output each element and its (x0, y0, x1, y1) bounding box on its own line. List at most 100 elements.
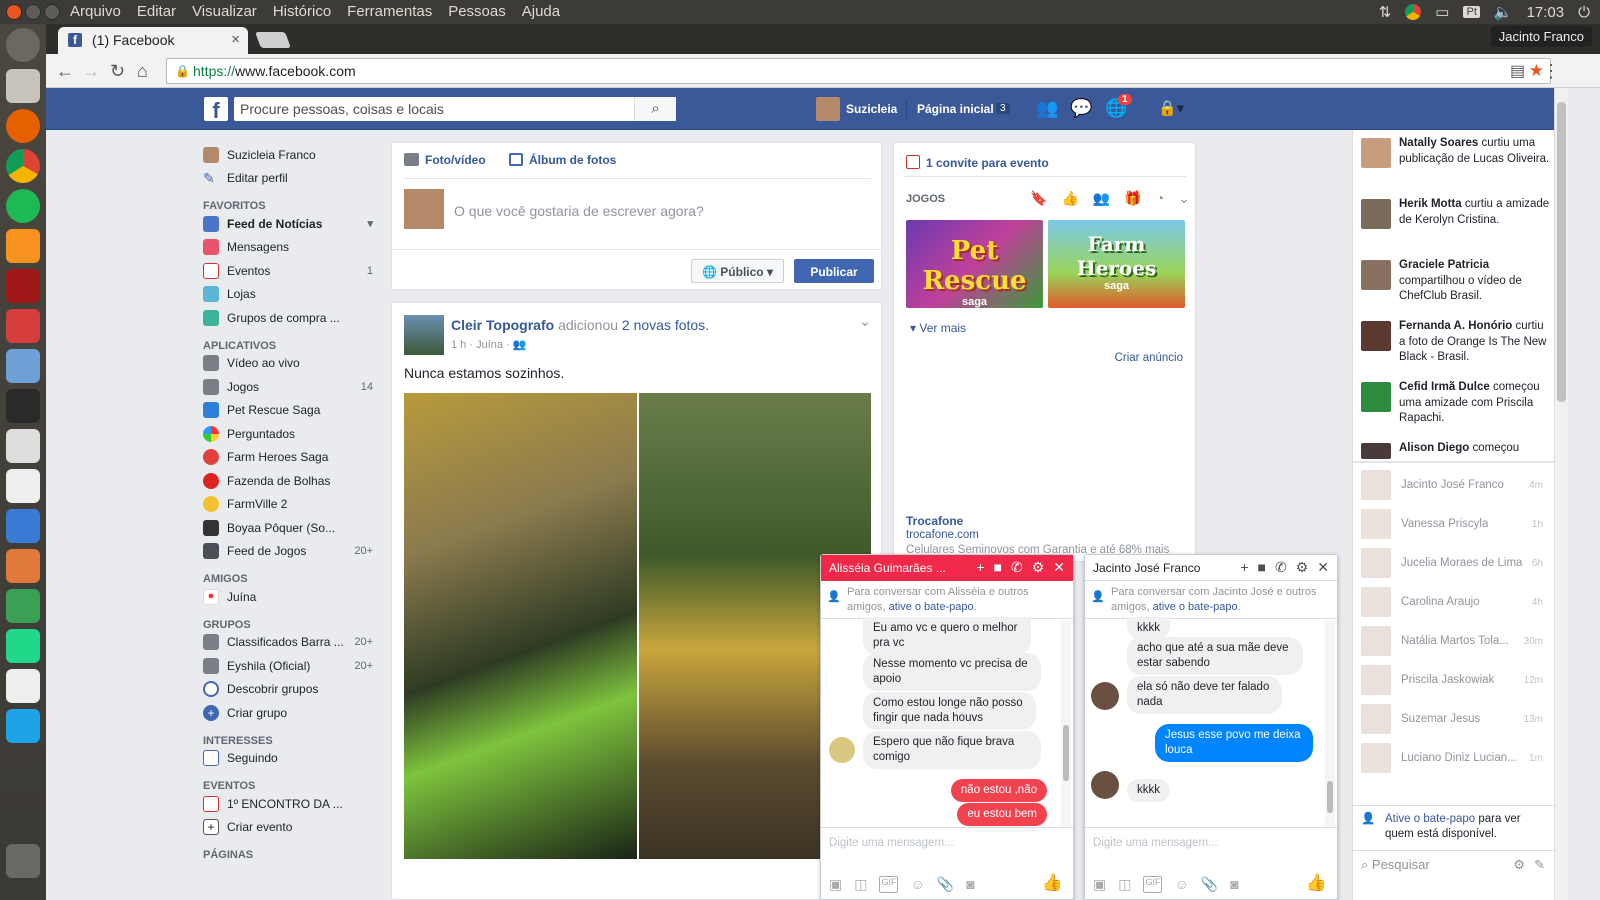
menu-ferramentas[interactable]: Ferramentas (347, 3, 432, 20)
menu-arquivo[interactable]: Arquivo (70, 3, 121, 20)
nav-profile[interactable]: Suzicleia Franco (203, 143, 378, 167)
like-thumb-icon[interactable]: 👍 (1306, 873, 1327, 893)
tab-facebook[interactable]: f (1) Facebook × (58, 27, 248, 54)
close-icon[interactable]: ✕ (1317, 559, 1329, 576)
ad-title[interactable]: Trocafone (906, 514, 963, 528)
post-author[interactable]: Cleir Topografo (451, 317, 554, 333)
phone-icon[interactable]: ✆ (1275, 559, 1287, 576)
publish-button[interactable]: Publicar (794, 259, 874, 283)
chat-friend[interactable]: Jucelia Moraes de Lima 6h (1361, 547, 1549, 579)
window-close-button[interactable] (6, 4, 22, 20)
ticker-item[interactable]: Cefid Irmã Dulce começou uma amizade com… (1361, 380, 1551, 427)
ticker-item[interactable]: Graciele Patricia compartilhou o vídeo d… (1361, 258, 1551, 305)
chevron-down-icon[interactable]: ⌄ (1178, 190, 1190, 207)
search-icon[interactable]: ⌕ (634, 97, 676, 121)
gif-icon[interactable]: GIF (879, 876, 899, 893)
window-icon[interactable] (6, 709, 40, 743)
recorder-icon[interactable] (6, 669, 40, 703)
trash-icon[interactable] (6, 844, 40, 878)
nav-juina[interactable]: ● Juína (203, 585, 378, 609)
clock[interactable]: 17:03 (1527, 4, 1565, 21)
see-more-link[interactable]: ▾ Ver mais (910, 321, 966, 335)
add-people-icon[interactable]: + (976, 559, 984, 576)
nav-group-eyshila[interactable]: Eyshila (Oficial) 20+ (203, 654, 378, 678)
composer-input[interactable]: O que você gostaria de escrever agora? (454, 203, 704, 219)
nav-edit-profile[interactable]: ✎ Editar perfil (203, 167, 378, 191)
nav-create-event[interactable]: + Criar evento (203, 816, 378, 840)
privacy-shortcuts-icon[interactable]: 🔒▾ (1158, 99, 1184, 117)
chat1-scrollbar[interactable] (1061, 621, 1071, 827)
chat1-scrollbar-thumb[interactable] (1063, 725, 1069, 781)
friend-requests-icon[interactable]: 👥 (1036, 98, 1058, 119)
chat2-title[interactable]: Jacinto José Franco (1093, 561, 1200, 575)
nav-event-encontro[interactable]: 1º ENCONTRO DA ... (203, 792, 378, 816)
sticker-icon[interactable]: ◫ (854, 876, 867, 893)
thumbs-up-icon[interactable]: 👍 (1061, 190, 1078, 207)
gif-icon[interactable]: GIF (1143, 876, 1163, 893)
post-options-icon[interactable]: ⌄ (859, 313, 871, 330)
forward-icon[interactable]: → (82, 61, 100, 82)
impress-icon[interactable] (6, 549, 40, 583)
game-farm-heroes[interactable]: Farm Heroes saga (1048, 220, 1185, 308)
nav-farmville[interactable]: FarmVille 2 (203, 493, 378, 517)
video-call-icon[interactable]: ■ (994, 559, 1002, 576)
nav-games[interactable]: Jogos 14 (203, 375, 378, 399)
chat-friend[interactable]: Jacinto José Franco 4m (1361, 469, 1549, 501)
chat-friend[interactable]: Suzemar Jesus 13m (1361, 703, 1549, 735)
page-scrollbar-thumb[interactable] (1557, 102, 1566, 402)
power-icon[interactable]: ⏻ (1578, 4, 1590, 21)
menu-pessoas[interactable]: Pessoas (448, 3, 506, 20)
pycharm-icon[interactable] (6, 629, 40, 663)
facebook-logo-icon[interactable]: f (204, 97, 228, 123)
close-icon[interactable]: ✕ (1053, 559, 1065, 576)
like-thumb-icon[interactable]: 👍 (1042, 873, 1063, 893)
calc-icon[interactable] (6, 589, 40, 623)
clock-icon[interactable]: ◔ (1156, 190, 1164, 207)
volume-icon[interactable]: 🔈 (1494, 3, 1513, 21)
writer-icon[interactable] (6, 509, 40, 543)
chat2-input[interactable]: Digite uma mensagem... (1093, 837, 1218, 849)
phone-icon[interactable]: ✆ (1011, 559, 1023, 576)
attach-icon[interactable]: 📎 (1201, 876, 1218, 893)
screen-icon[interactable]: ▭ (1435, 3, 1449, 21)
nav-pet-rescue[interactable]: Pet Rescue Saga (203, 399, 378, 423)
window-minimize-button[interactable] (25, 4, 41, 20)
nav-news-feed[interactable]: Feed de Notícias ▾ (203, 212, 378, 236)
chat1-title[interactable]: Alisséia Guimarães ... (829, 561, 946, 575)
chat-friend[interactable]: Luciano Diniz Lucian... 1m (1361, 742, 1549, 774)
address-bar[interactable]: 🔒 https://www.facebook.com ★ (166, 58, 1551, 84)
game-pet-rescue[interactable]: Pet Rescue saga (906, 220, 1043, 308)
photo-icon[interactable]: ▣ (829, 876, 842, 893)
tab-close-icon[interactable]: × (231, 31, 240, 48)
game-icon[interactable] (6, 269, 40, 303)
profile-avatar[interactable] (816, 97, 840, 121)
menu-editar[interactable]: Editar (137, 3, 176, 20)
ad-url[interactable]: trocafone.com (906, 529, 979, 541)
home-link[interactable]: Página inicial (917, 102, 994, 116)
bookmark-icon[interactable]: 🔖 (1030, 190, 1047, 207)
nav-following[interactable]: Seguindo (203, 747, 378, 771)
ticker-item[interactable]: Herik Motta curtiu a amizade de Kerolyn … (1361, 197, 1551, 229)
emoji-icon[interactable]: ☺ (910, 876, 924, 893)
nav-discover-groups[interactable]: Descobrir grupos (203, 678, 378, 702)
dropbox-icon[interactable]: ⇅ (1379, 3, 1392, 21)
nav-farm-heroes[interactable]: Farm Heroes Saga (203, 446, 378, 470)
camera-icon[interactable]: ◙ (966, 876, 974, 893)
new-message-icon[interactable]: ✎ (1534, 857, 1545, 873)
reload-icon[interactable]: ↻ (110, 61, 125, 82)
nav-messages[interactable]: Mensagens (203, 236, 378, 260)
back-icon[interactable]: ← (56, 61, 74, 82)
chrome-menu-icon[interactable]: ⋮ (1542, 61, 1560, 82)
post-target-link[interactable]: 2 novas fotos. (622, 317, 709, 333)
event-invite-link[interactable]: 1 convite para evento (926, 156, 1049, 170)
profile-link[interactable]: Suzicleia (846, 102, 897, 116)
activate-chat-link[interactable]: Ative o bate-papo (1385, 813, 1475, 825)
cube-icon[interactable] (6, 349, 40, 383)
page-scrollbar[interactable] (1554, 88, 1568, 900)
keyboard-layout[interactable]: Pt (1463, 6, 1480, 18)
nav-perguntados[interactable]: Perguntados (203, 422, 378, 446)
chat1-input[interactable]: Digite uma mensagem... (829, 837, 954, 849)
photo-video-button[interactable]: Foto/vídeo (425, 153, 486, 167)
ticker-item[interactable]: Alison Diego começou (1361, 441, 1551, 459)
app-icon[interactable] (6, 309, 40, 343)
